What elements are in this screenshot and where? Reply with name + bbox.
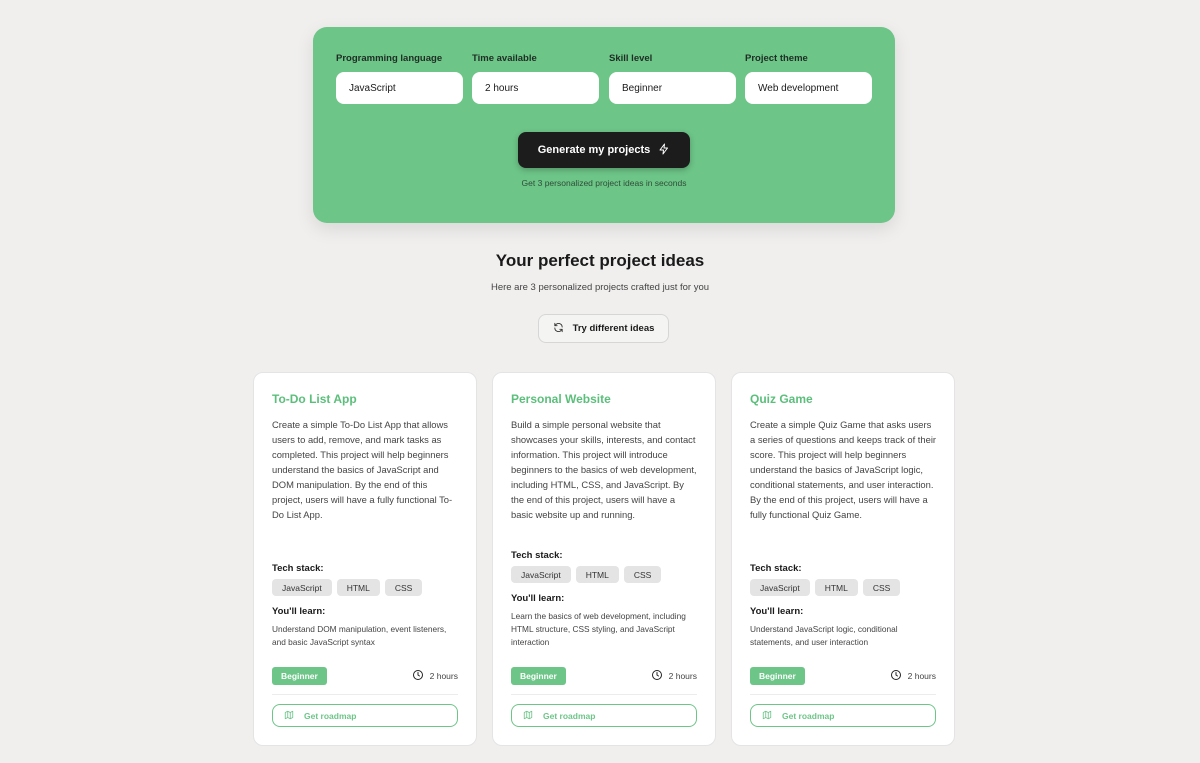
project-description: Create a simple To-Do List App that allo… [272, 419, 453, 520]
project-title: To-Do List App [272, 392, 357, 406]
theme-input[interactable]: Web development [745, 72, 872, 104]
results-title: Your perfect project ideas [495, 251, 705, 270]
lightning-icon [658, 143, 670, 158]
project-card: Personal Website Build a simple personal… [492, 372, 716, 746]
tech-stack-label: Tech stack: [511, 550, 563, 561]
tech-chip: HTML [814, 579, 858, 596]
tech-chip: JavaScript [272, 579, 332, 596]
tech-chip: HTML [575, 566, 619, 583]
tech-stack-list: JavaScript HTML CSS [272, 579, 423, 596]
time-estimate: 2 hours [890, 669, 936, 683]
skill-input[interactable]: Beginner [609, 72, 736, 104]
project-card: Quiz Game Create a simple Quiz Game that… [731, 372, 955, 746]
tech-stack-label: Tech stack: [272, 563, 324, 574]
learn-label: You'll learn: [272, 606, 326, 617]
time-label: Time available [472, 53, 537, 64]
theme-field: Project theme Web development [745, 53, 872, 104]
time-estimate: 2 hours [412, 669, 458, 683]
map-icon [284, 710, 294, 722]
learn-text: Understand DOM manipulation, event liste… [272, 624, 447, 647]
learn-text: Learn the basics of web development, inc… [511, 611, 686, 647]
tech-chip: CSS [384, 579, 423, 596]
results-subtitle: Here are 3 personalized projects crafted… [490, 282, 710, 293]
project-description: Create a simple Quiz Game that asks user… [750, 419, 937, 520]
level-badge: Beginner [750, 667, 805, 685]
skill-field: Skill level Beginner [609, 53, 736, 104]
language-input[interactable]: JavaScript [336, 72, 463, 104]
refresh-icon [553, 322, 564, 336]
project-description: Build a simple personal website that sho… [511, 419, 697, 520]
time-estimate: 2 hours [651, 669, 697, 683]
tech-chip: HTML [336, 579, 380, 596]
tech-chip: JavaScript [750, 579, 810, 596]
get-roadmap-button[interactable]: Get roadmap [750, 704, 936, 727]
language-label: Programming language [336, 53, 443, 64]
learn-label: You'll learn: [511, 593, 565, 604]
tech-stack-label: Tech stack: [750, 563, 802, 574]
get-roadmap-label: Get roadmap [543, 710, 596, 721]
get-roadmap-label: Get roadmap [304, 710, 357, 721]
clock-icon [890, 669, 902, 683]
generate-button-label: Generate my projects [537, 144, 651, 156]
try-different-ideas-label: Try different ideas [572, 323, 655, 334]
project-title: Quiz Game [750, 392, 813, 406]
get-roadmap-label: Get roadmap [782, 710, 835, 721]
tech-stack-list: JavaScript HTML CSS [750, 579, 901, 596]
time-label: 2 hours [668, 671, 697, 681]
clock-icon [651, 669, 663, 683]
tech-chip: CSS [862, 579, 901, 596]
skill-label: Skill level [609, 53, 653, 64]
learn-text: Understand JavaScript logic, conditional… [750, 624, 898, 647]
try-different-ideas-button[interactable]: Try different ideas [538, 314, 669, 343]
card-divider [272, 694, 458, 695]
level-badge: Beginner [272, 667, 327, 685]
map-icon [762, 710, 772, 722]
tech-chip: CSS [623, 566, 662, 583]
project-card: To-Do List App Create a simple To-Do Lis… [253, 372, 477, 746]
time-label: 2 hours [429, 671, 458, 681]
tech-stack-list: JavaScript HTML CSS [511, 566, 662, 583]
time-label: 2 hours [907, 671, 936, 681]
get-roadmap-button[interactable]: Get roadmap [511, 704, 697, 727]
generate-hint: Get 3 personalized project ideas in seco… [521, 178, 687, 188]
time-input[interactable]: 2 hours [472, 72, 599, 104]
language-field: Programming language JavaScript [336, 53, 463, 104]
clock-icon [412, 669, 424, 683]
time-field: Time available 2 hours [472, 53, 599, 104]
generator-panel: Programming language JavaScript Time ava… [313, 27, 895, 223]
map-icon [523, 710, 533, 722]
card-divider [511, 694, 697, 695]
learn-label: You'll learn: [750, 606, 804, 617]
card-divider [750, 694, 936, 695]
generate-button[interactable]: Generate my projects [518, 132, 690, 168]
project-title: Personal Website [511, 392, 611, 406]
get-roadmap-button[interactable]: Get roadmap [272, 704, 458, 727]
tech-chip: JavaScript [511, 566, 571, 583]
theme-label: Project theme [745, 53, 808, 64]
level-badge: Beginner [511, 667, 566, 685]
